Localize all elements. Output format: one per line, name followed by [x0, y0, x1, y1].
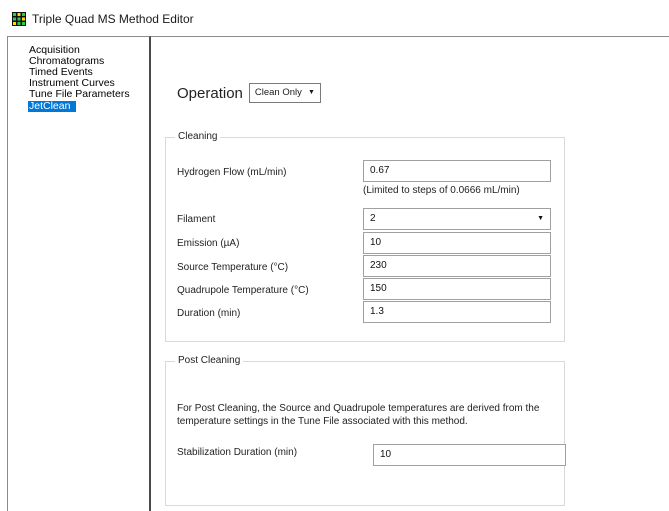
operation-select-value: Clean Only: [254, 87, 302, 98]
stabilization-duration-label: Stabilization Duration (min): [177, 447, 298, 458]
duration-label: Duration (min): [177, 308, 241, 319]
operation-row: Operation Clean Only ▼: [177, 83, 321, 103]
sidebar-item-tune-file-parameters[interactable]: Tune File Parameters: [28, 89, 149, 100]
window-title: Triple Quad MS Method Editor: [32, 12, 194, 26]
stabilization-duration-field[interactable]: 10: [373, 444, 566, 466]
sidebar-nav: Acquisition Chromatograms Timed Events I…: [28, 45, 149, 112]
emission-field[interactable]: 10: [363, 232, 551, 254]
emission-label: Emission (µA): [177, 238, 240, 249]
sidebar: Acquisition Chromatograms Timed Events I…: [7, 36, 151, 511]
post-cleaning-legend: Post Cleaning: [175, 355, 244, 366]
chevron-down-icon: ▼: [537, 215, 544, 222]
title-bar: Triple Quad MS Method Editor: [0, 0, 669, 36]
source-temperature-field[interactable]: 230: [363, 255, 551, 277]
filament-select[interactable]: 2 ▼: [363, 208, 551, 230]
app-grid-icon: [12, 12, 26, 26]
hydrogen-flow-hint: (Limited to steps of 0.0666 mL/min): [363, 185, 520, 196]
hydrogen-flow-label: Hydrogen Flow (mL/min): [177, 167, 287, 178]
operation-label: Operation: [177, 84, 243, 102]
filament-select-value: 2: [370, 213, 376, 224]
quadrupole-temperature-field[interactable]: 150: [363, 278, 551, 300]
operation-select[interactable]: Clean Only ▼: [248, 83, 321, 103]
hydrogen-flow-field[interactable]: 0.67: [363, 160, 551, 182]
sidebar-item-jetclean[interactable]: JetClean: [28, 101, 77, 112]
cleaning-group: Cleaning Hydrogen Flow (mL/min) 0.67 (Li…: [165, 131, 565, 342]
filament-label: Filament: [177, 214, 216, 225]
post-cleaning-description: For Post Cleaning, the Source and Quadru…: [177, 403, 540, 427]
post-cleaning-group: Post Cleaning For Post Cleaning, the Sou…: [165, 355, 566, 506]
cleaning-legend: Cleaning: [175, 131, 221, 142]
chevron-down-icon: ▼: [307, 89, 315, 96]
quadrupole-temperature-label: Quadrupole Temperature (°C): [177, 285, 309, 296]
source-temperature-label: Source Temperature (°C): [177, 262, 289, 273]
main-panel: Operation Clean Only ▼ Cleaning Hydrogen…: [151, 36, 669, 511]
duration-field[interactable]: 1.3: [363, 301, 551, 323]
